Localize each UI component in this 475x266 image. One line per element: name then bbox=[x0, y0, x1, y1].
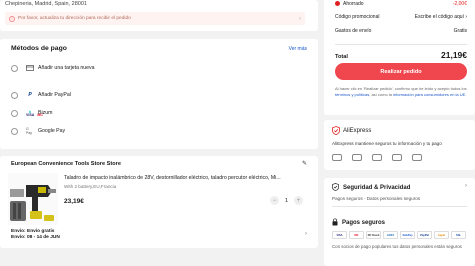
aliexpress-header: AliExpress bbox=[332, 126, 372, 136]
secure-payments-title: Pagos seguros bbox=[342, 220, 386, 226]
security-subtitle: Pagos seguros · Datos personales seguros bbox=[332, 196, 421, 201]
aliexpress-brand: AliExpress bbox=[343, 127, 372, 134]
shield-icon bbox=[332, 126, 340, 136]
legal-suffix: . bbox=[465, 91, 467, 97]
legal-text: Al hacer clic en 'Realizar pedido', conf… bbox=[335, 86, 467, 97]
chevron-right-icon[interactable]: › bbox=[465, 183, 467, 189]
legal-mid: , así como la bbox=[369, 91, 392, 97]
divider bbox=[335, 44, 467, 45]
order-summary: Ahorrado -2,00€ Código promocional Escri… bbox=[324, 0, 475, 115]
quantity-value: 1 bbox=[285, 197, 289, 204]
decrease-button[interactable]: − bbox=[270, 196, 279, 205]
shipping-cost: Envío: Envío gratis bbox=[11, 229, 55, 234]
paypal-logo: PayPal bbox=[417, 231, 432, 239]
payment-option-google-pay[interactable]: G Pay Google Pay bbox=[11, 126, 65, 136]
shipping-value: Gratis bbox=[453, 28, 467, 34]
badge-icon bbox=[372, 154, 382, 161]
savings-label: Ahorrado bbox=[343, 1, 364, 7]
edit-icon[interactable]: ✎ bbox=[302, 160, 307, 167]
quantity-stepper: − 1 + bbox=[270, 196, 304, 205]
terms-link[interactable]: términos y políticas bbox=[335, 92, 369, 97]
payment-logos: VISA MC 3D Check AMEX SafePay PayPal App… bbox=[332, 231, 466, 239]
store-card: European Convenience Tools Store Store ✎… bbox=[0, 156, 318, 248]
store-name: European Convenience Tools Store Store bbox=[11, 161, 121, 167]
badge-icon bbox=[412, 154, 422, 161]
product-image[interactable] bbox=[8, 173, 58, 225]
delivery-date: Envío: 08 - 14 de JUN bbox=[11, 235, 60, 240]
badge-icon bbox=[332, 154, 342, 161]
badge-icon bbox=[352, 154, 362, 161]
payment-option-bizum[interactable]: ᵇ Bizum bbox=[11, 108, 52, 118]
address-card: Chepineria, Madrid, Spain, 28001 ! Por f… bbox=[0, 0, 318, 31]
legal-prefix: Al hacer clic en 'Realizar pedido', conf… bbox=[335, 86, 467, 91]
product-title[interactable]: Taladro de impacto inalámbrico de 28V, d… bbox=[64, 175, 308, 181]
total-row: Total 21,19€ bbox=[335, 50, 467, 60]
payment-option-label: Añadir PayPal bbox=[38, 92, 71, 98]
aliexpress-description: AliExpress mantiene seguros tu informaci… bbox=[332, 141, 442, 146]
discount-icon bbox=[335, 1, 340, 7]
payment-methods-title: Métodos de pago bbox=[11, 45, 67, 52]
promo-input-link[interactable]: Escribe el código aquí › bbox=[415, 14, 467, 20]
lock-icon bbox=[332, 218, 338, 228]
address-line: Chepineria, Madrid, Spain, 28001 bbox=[5, 1, 87, 7]
warning-icon: ! bbox=[9, 15, 15, 22]
safepay-logo: SafePay bbox=[400, 231, 415, 239]
paypal-icon: P bbox=[28, 92, 32, 98]
security-card: Seguridad & Privacidad › Pagos seguros ·… bbox=[324, 178, 475, 266]
secure-payments-description: Con socios de pago populares tus datos p… bbox=[332, 244, 462, 249]
3d-secure-logo: 3D Check bbox=[366, 231, 381, 239]
eu-info-link[interactable]: información para consumidores en la UE bbox=[393, 92, 465, 97]
promo-label: Código promocional bbox=[335, 14, 380, 20]
secure-payments-header: Pagos seguros bbox=[332, 218, 385, 228]
radio-button[interactable] bbox=[11, 91, 18, 99]
chevron-right-icon: › bbox=[299, 15, 301, 22]
security-title: Seguridad & Privacidad bbox=[343, 185, 411, 191]
summary-row-shipping: Gastos de envío Gratis bbox=[335, 28, 467, 34]
apple-logo: Apple bbox=[434, 231, 449, 239]
place-order-button[interactable]: Realizar pedido bbox=[335, 63, 467, 80]
product-variant[interactable]: With 2 battery,EU,Francia bbox=[64, 184, 116, 189]
aliexpress-trust-card: AliExpress AliExpress mantiene seguros t… bbox=[324, 120, 475, 170]
payment-option-paypal[interactable]: P Añadir PayPal bbox=[11, 90, 71, 100]
card-icon bbox=[26, 65, 34, 71]
badge-icon bbox=[392, 154, 402, 161]
google-pay-icon: G Pay bbox=[26, 127, 33, 135]
trust-badges bbox=[332, 154, 422, 161]
visa-logo: VISA bbox=[332, 231, 347, 239]
savings-value: -2,00€ bbox=[452, 1, 467, 7]
shield-check-icon bbox=[332, 183, 339, 193]
radio-button[interactable] bbox=[11, 127, 18, 135]
divider bbox=[332, 206, 467, 207]
amex-logo: AMEX bbox=[383, 231, 398, 239]
bizum-icon: ᵇ bbox=[29, 110, 31, 116]
payment-option-label: Añadir una tarjeta nueva bbox=[38, 65, 95, 71]
payment-option-label: Google Pay bbox=[38, 128, 66, 134]
payment-option-label: Bizum bbox=[38, 110, 53, 116]
increase-button[interactable]: + bbox=[294, 196, 304, 205]
payment-methods-card: Métodos de pago Ver más Añadir una tarje… bbox=[0, 39, 318, 149]
product-price: 23,19€ bbox=[64, 198, 84, 205]
see-more-link[interactable]: Ver más bbox=[289, 46, 307, 52]
summary-row-promo[interactable]: Código promocional Escribe el código aqu… bbox=[335, 14, 467, 20]
address-warning-text: Por favor, actualiza tu dirección para r… bbox=[18, 16, 131, 21]
payment-option-card[interactable]: Añadir una tarjeta nueva bbox=[11, 63, 95, 73]
radio-button[interactable] bbox=[11, 109, 18, 117]
shipping-label: Gastos de envío bbox=[335, 28, 372, 34]
mastercard-logo: MC bbox=[349, 231, 364, 239]
security-header[interactable]: Seguridad & Privacidad bbox=[332, 183, 410, 193]
ssl-logo: SSL bbox=[451, 231, 466, 239]
total-value: 21,19€ bbox=[441, 50, 467, 60]
total-label: Total bbox=[335, 54, 348, 60]
summary-row-savings: Ahorrado -2,00€ bbox=[335, 1, 467, 7]
chevron-right-icon[interactable]: › bbox=[305, 231, 307, 237]
address-warning[interactable]: ! Por favor, actualiza tu dirección para… bbox=[5, 12, 305, 25]
radio-button[interactable] bbox=[11, 64, 18, 72]
